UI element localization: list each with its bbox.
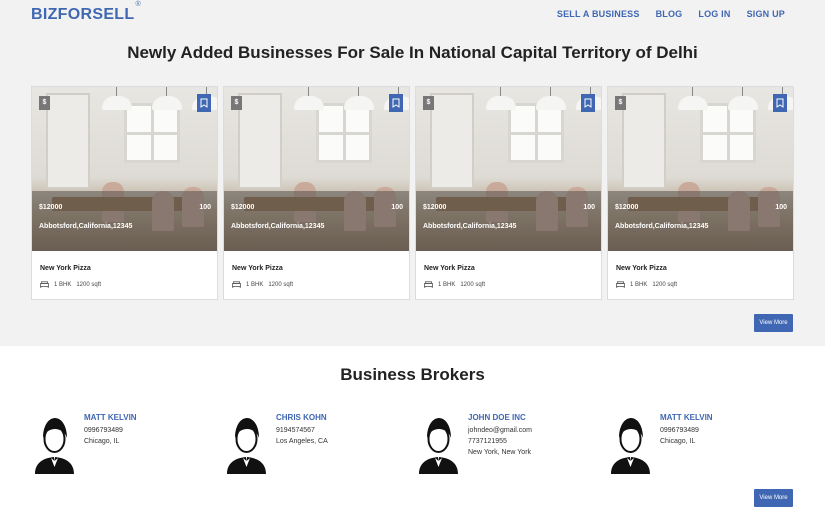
listings-title: Newly Added Businesses For Sale In Natio… (127, 43, 698, 62)
bookmark-icon[interactable] (773, 94, 787, 112)
price-badge: $ (231, 96, 242, 110)
nav-sell-a-business[interactable]: SELL A BUSINESS (557, 9, 640, 19)
listing-address: Abbotsford,California,12345 (231, 223, 325, 230)
broker-card[interactable]: MATT KELVIN 0996793489 Chicago, IL (607, 410, 799, 476)
listing-photo[interactable]: $ $12000 100 Abbotsford,California,12345 (608, 87, 793, 251)
broker-phone: 0996793489 (660, 427, 699, 434)
bed-icon (424, 281, 433, 288)
listing-area: 1200 sqft (460, 281, 486, 288)
top-nav: SELL A BUSINESS BLOG LOG IN SIGN UP (557, 9, 785, 19)
nav-sign-up[interactable]: SIGN UP (747, 9, 785, 19)
broker-phone: 7737121955 (468, 438, 507, 445)
listing-count: 100 (391, 204, 403, 211)
brokers-list: MATT KELVIN 0996793489 Chicago, IL CHRIS… (31, 410, 799, 476)
listing-count: 100 (775, 204, 787, 211)
person-avatar-icon (419, 418, 458, 474)
nav-log-in[interactable]: LOG IN (698, 9, 730, 19)
brokers-title: Business Brokers (340, 365, 485, 384)
logo-text[interactable]: BIZFORSELL (31, 6, 134, 23)
listing-bhk: 1 BHK (438, 281, 456, 288)
registered-mark: ® (135, 0, 141, 8)
listing-meta: 1 BHK 1200 sqft (232, 281, 293, 288)
bed-icon (616, 281, 625, 288)
listing-photo[interactable]: $ $12000 100 Abbotsford,California,12345 (224, 87, 409, 251)
listing-price: $12000 (231, 204, 255, 211)
listing-name[interactable]: New York Pizza (232, 265, 283, 272)
listing-card[interactable]: $ $12000 100 Abbotsford,California,12345… (607, 86, 794, 300)
listing-area: 1200 sqft (76, 281, 102, 288)
listing-meta: 1 BHK 1200 sqft (424, 281, 485, 288)
listing-name[interactable]: New York Pizza (616, 265, 667, 272)
person-avatar-icon (611, 418, 650, 474)
broker-location: Chicago, IL (660, 438, 696, 445)
listing-address: Abbotsford,California,12345 (423, 223, 517, 230)
bookmark-icon[interactable] (389, 94, 403, 112)
listing-card[interactable]: $ $12000 100 Abbotsford,California,12345… (415, 86, 602, 300)
broker-location: Los Angeles, CA (276, 438, 328, 445)
broker-phone: 9194574567 (276, 427, 315, 434)
listing-card[interactable]: $ $12000 100 Abbotsford,California,12345… (31, 86, 218, 300)
listing-photo[interactable]: $ $12000 100 Abbotsford,California,12345 (416, 87, 601, 251)
listing-bhk: 1 BHK (246, 281, 264, 288)
listing-name[interactable]: New York Pizza (424, 265, 475, 272)
bookmark-icon[interactable] (197, 94, 211, 112)
listing-bhk: 1 BHK (54, 281, 72, 288)
broker-phone: 0996793489 (84, 427, 123, 434)
bed-icon (40, 281, 49, 288)
listing-photo[interactable]: $ $12000 100 Abbotsford,California,12345 (32, 87, 217, 251)
broker-card[interactable]: MATT KELVIN 0996793489 Chicago, IL (31, 410, 223, 476)
broker-email: johndeo@gmail.com (468, 427, 532, 434)
listing-cards: $ $12000 100 Abbotsford,California,12345… (31, 86, 794, 300)
listing-meta: 1 BHK 1200 sqft (40, 281, 101, 288)
listing-count: 100 (583, 204, 595, 211)
broker-name[interactable]: MATT KELVIN (660, 413, 713, 422)
listing-address: Abbotsford,California,12345 (615, 223, 709, 230)
price-badge: $ (39, 96, 50, 110)
broker-location: New York, New York (468, 449, 532, 456)
site-logo[interactable]: BIZFORSELL® (31, 1, 141, 24)
listing-area: 1200 sqft (652, 281, 678, 288)
broker-name[interactable]: CHRIS KOHN (276, 413, 328, 422)
person-avatar-icon (227, 418, 266, 474)
listings-view-more-button[interactable]: View More (754, 314, 793, 332)
brokers-view-more-button[interactable]: View More (754, 489, 793, 507)
listing-count: 100 (199, 204, 211, 211)
person-avatar-icon (35, 418, 74, 474)
listing-name[interactable]: New York Pizza (40, 265, 91, 272)
listing-price: $12000 (615, 204, 639, 211)
bookmark-icon[interactable] (581, 94, 595, 112)
broker-name[interactable]: MATT KELVIN (84, 413, 137, 422)
listing-bhk: 1 BHK (630, 281, 648, 288)
listing-card[interactable]: $ $12000 100 Abbotsford,California,12345… (223, 86, 410, 300)
price-badge: $ (423, 96, 434, 110)
bed-icon (232, 281, 241, 288)
listing-price: $12000 (39, 204, 63, 211)
broker-card[interactable]: CHRIS KOHN 9194574567 Los Angeles, CA (223, 410, 415, 476)
listing-area: 1200 sqft (268, 281, 294, 288)
broker-name[interactable]: JOHN DOE INC (468, 413, 532, 422)
listing-address: Abbotsford,California,12345 (39, 223, 133, 230)
broker-location: Chicago, IL (84, 438, 120, 445)
price-badge: $ (615, 96, 626, 110)
listing-meta: 1 BHK 1200 sqft (616, 281, 677, 288)
listing-price: $12000 (423, 204, 447, 211)
nav-blog[interactable]: BLOG (656, 9, 683, 19)
broker-card[interactable]: JOHN DOE INC johndeo@gmail.com 773712195… (415, 410, 607, 476)
